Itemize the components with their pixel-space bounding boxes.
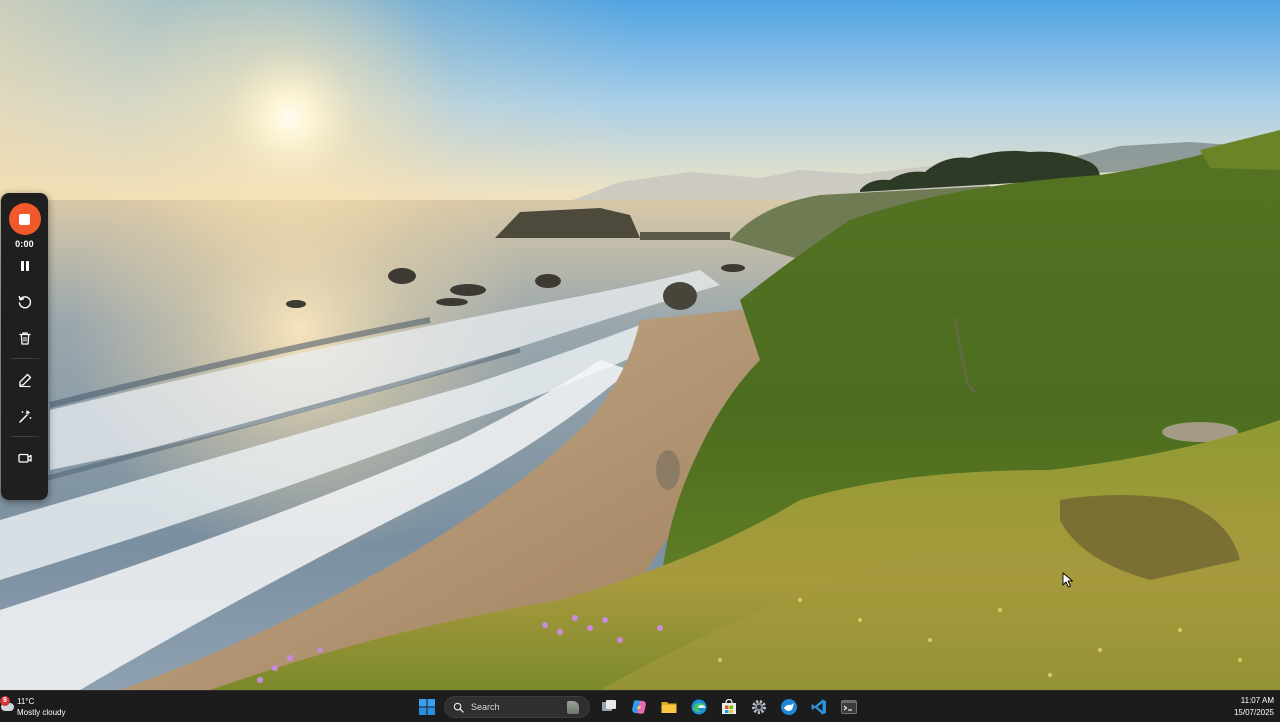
vs-code-button[interactable] xyxy=(804,692,834,722)
taskbar-search-box[interactable]: Search xyxy=(444,696,590,718)
pause-button[interactable] xyxy=(9,253,41,279)
task-view-icon xyxy=(602,700,616,711)
pencil-icon xyxy=(18,373,31,388)
folder-icon xyxy=(661,702,677,713)
mouse-pointer-icon xyxy=(1062,572,1073,588)
start-button[interactable] xyxy=(412,692,442,722)
vscode-icon xyxy=(811,699,826,715)
annotate-button[interactable] xyxy=(9,367,41,393)
toolbar-divider xyxy=(10,358,39,359)
edge-button[interactable] xyxy=(684,692,714,722)
clock-date: 15/07/2025 xyxy=(1233,708,1274,717)
camera-icon xyxy=(17,453,32,463)
store-icon xyxy=(722,698,736,714)
restart-icon xyxy=(18,295,31,309)
search-icon xyxy=(453,702,464,713)
coastal-landscape-image xyxy=(0,0,1280,690)
windows-logo-icon xyxy=(419,699,435,715)
recording-timer: 0:00 xyxy=(15,239,34,249)
magic-wand-icon xyxy=(18,410,31,423)
copilot-icon xyxy=(632,700,646,714)
weather-condition: Mostly cloudy xyxy=(17,707,66,717)
system-clock[interactable]: 11:07 AM 15/07/2025 xyxy=(1234,695,1274,719)
blue-bird-app-button[interactable] xyxy=(774,692,804,722)
cloud-icon: 9 xyxy=(0,696,15,714)
restart-button[interactable] xyxy=(9,289,41,315)
toolbar-divider xyxy=(10,436,39,437)
discard-button[interactable] xyxy=(9,325,41,351)
effects-button[interactable] xyxy=(9,403,41,429)
weather-widget[interactable]: 9 11°C Mostly cloudy xyxy=(0,693,65,721)
clock-time: 11:07 AM xyxy=(1240,696,1274,705)
stop-square-icon xyxy=(19,213,30,225)
camera-button[interactable] xyxy=(9,445,41,471)
trash-icon xyxy=(18,332,31,345)
desktop-wallpaper xyxy=(0,0,1280,690)
terminal-button[interactable] xyxy=(834,692,864,722)
terminal-icon xyxy=(841,700,857,714)
search-label: Search xyxy=(471,702,500,712)
taskbar-pinned-apps: Search xyxy=(412,691,864,723)
bird-app-icon xyxy=(781,699,797,715)
weather-temperature: 11°C xyxy=(17,696,35,706)
microsoft-store-button[interactable] xyxy=(714,692,744,722)
settings-button[interactable] xyxy=(744,692,774,722)
screen-recorder-toolbar: 0:00 xyxy=(1,193,48,500)
gear-icon xyxy=(752,700,766,714)
task-view-button[interactable] xyxy=(594,692,624,722)
search-highlight-icon xyxy=(567,701,579,714)
notification-badge: 9 xyxy=(0,696,10,706)
edge-browser-icon xyxy=(691,699,707,715)
taskbar: 9 11°C Mostly cloudy Search 11:07 AM 15/… xyxy=(0,690,1280,722)
stop-recording-button[interactable] xyxy=(8,203,41,235)
file-explorer-button[interactable] xyxy=(654,692,684,722)
pause-icon xyxy=(20,261,29,271)
copilot-button[interactable] xyxy=(624,692,654,722)
